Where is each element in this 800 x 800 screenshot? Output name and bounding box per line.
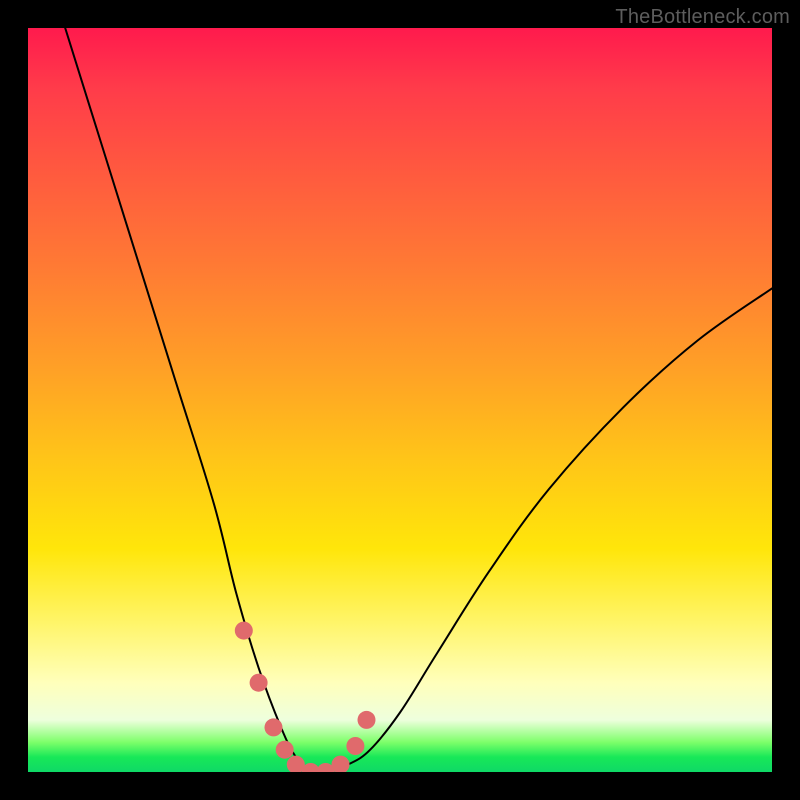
watermark-text: TheBottleneck.com: [615, 6, 790, 29]
plot-area: [28, 28, 772, 772]
highlight-dot: [265, 718, 283, 736]
highlight-dot: [276, 741, 294, 759]
highlight-dot: [250, 674, 268, 692]
chart-frame: TheBottleneck.com: [0, 0, 800, 800]
highlight-dot: [332, 756, 350, 772]
highlight-dot: [346, 737, 364, 755]
highlight-dot: [358, 711, 376, 729]
bottleneck-curve-path: [65, 28, 772, 772]
curve-layer: [28, 28, 772, 772]
highlight-dots: [235, 622, 376, 772]
highlight-dot: [235, 622, 253, 640]
